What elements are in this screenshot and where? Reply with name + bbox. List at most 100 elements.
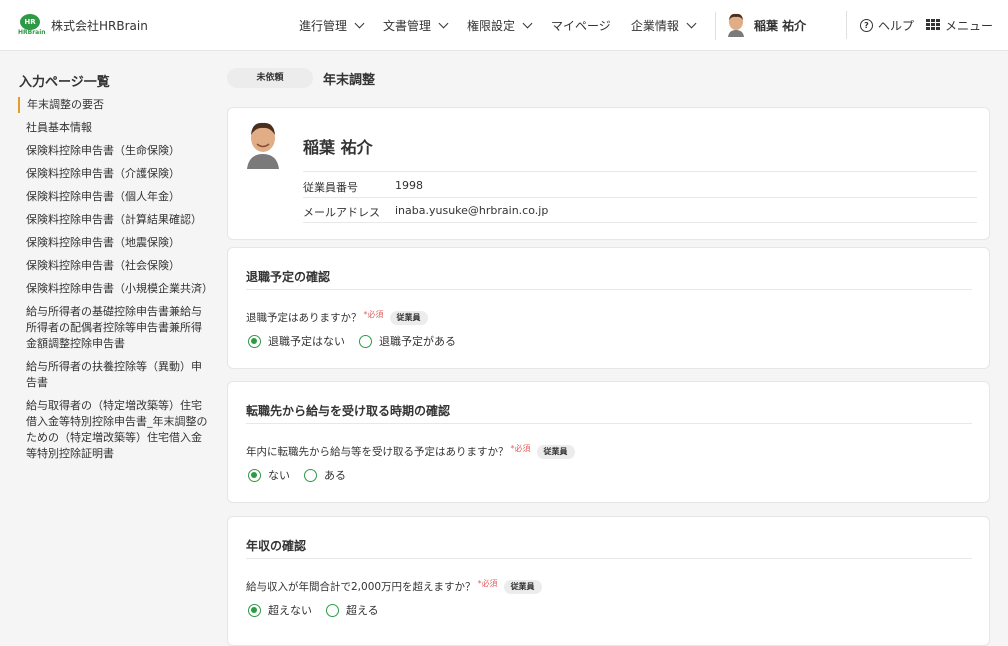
sidebar-item-basic-deduction[interactable]: 給与所得者の基礎控除申告書兼給与所得者の配偶者控除等申告書兼所得金額調整控除申告… — [18, 304, 210, 352]
radio-button-selected[interactable] — [248, 334, 261, 348]
sidebar-item-calculation-result[interactable]: 保険料控除申告書（計算結果確認） — [18, 212, 210, 228]
sidebar-item-life-insurance[interactable]: 保険料控除申告書（生命保険） — [18, 143, 210, 159]
radio-label: ある — [324, 469, 346, 482]
help-label: ヘルプ — [878, 19, 915, 33]
role-badge: 従業員 — [536, 444, 575, 459]
help-button[interactable]: ? ヘルプ — [860, 17, 914, 34]
header-divider — [846, 11, 847, 39]
radio-group: ない ある — [248, 467, 360, 483]
divider — [303, 171, 977, 172]
radio-label: ない — [268, 469, 290, 482]
email-value: inaba.yusuke@hrbrain.co.jp — [395, 204, 549, 217]
section-title: 退職予定の確認 — [246, 270, 331, 284]
radio-label: 超える — [346, 604, 379, 617]
radio-button-selected[interactable] — [248, 603, 261, 617]
sidebar-item-care-insurance[interactable]: 保険料控除申告書（介護保険） — [18, 166, 210, 182]
employee-number-label: 従業員番号 — [303, 181, 358, 194]
divider — [246, 423, 972, 424]
page-header: 未依頼 年末調整 — [227, 68, 375, 88]
avatar — [246, 121, 280, 169]
nav-label: 文書管理 — [383, 19, 432, 33]
chevron-down-icon — [438, 18, 449, 29]
sidebar-item-personal-pension[interactable]: 保険料控除申告書（個人年金） — [18, 189, 210, 205]
company-name: 株式会社HRBrain — [51, 19, 148, 33]
nav-progress-management[interactable]: 進行管理 — [299, 17, 365, 34]
menu-button[interactable]: メニュー — [926, 17, 993, 34]
chevron-down-icon — [354, 18, 365, 29]
required-mark: *必須 — [510, 444, 531, 453]
sidebar-item-dependent-deduction[interactable]: 給与所得者の扶養控除等（異動）申告書 — [18, 359, 210, 391]
role-badge: 従業員 — [389, 310, 428, 325]
email-row: メールアドレス inaba.yusuke@hrbrain.co.jp — [303, 204, 548, 220]
sidebar-item-small-business-mutual-aid[interactable]: 保険料控除申告書（小規模企業共済） — [18, 281, 213, 297]
radio-button[interactable] — [359, 334, 372, 348]
grid-menu-icon — [926, 19, 940, 32]
section-title: 年収の確認 — [246, 539, 307, 553]
radio-option-has-retirement[interactable]: 退職予定がある — [359, 333, 456, 349]
email-label: メールアドレス — [303, 206, 380, 219]
question-row: 給与収入が年間合計で2,000万円を超えますか？ *必須 従業員 — [246, 579, 542, 594]
nav-company-info[interactable]: 企業情報 — [630, 17, 697, 34]
radio-group: 超えない 超える — [248, 602, 393, 618]
employee-profile-card: 稲葉 祐介 従業員番号 1998 メールアドレス inaba.yusuke@hr… — [227, 107, 990, 240]
employee-number-value: 1998 — [395, 179, 423, 192]
radio-option-no-retirement[interactable]: 退職予定はない — [248, 333, 345, 349]
question-circle-icon: ? — [860, 19, 873, 32]
logo-wordmark: HRBrain — [18, 29, 46, 36]
radio-label: 退職予定がある — [379, 335, 456, 348]
new-employer-salary-card: 転職先から給与を受け取る時期の確認 年内に転職先から給与等を受け取る予定はありま… — [227, 381, 990, 503]
radio-label: 退職予定はない — [268, 335, 345, 348]
status-badge: 未依頼 — [227, 68, 313, 88]
nav-label: 進行管理 — [299, 19, 348, 33]
radio-button[interactable] — [326, 603, 339, 617]
radio-button[interactable] — [304, 468, 317, 482]
radio-option-no[interactable]: ない — [248, 467, 290, 483]
header-divider — [714, 11, 716, 40]
retirement-plan-card: 退職予定の確認 退職予定はありますか？ *必須 従業員 退職予定はない 退職予定… — [227, 247, 990, 369]
user-menu[interactable]: 稲葉 祐介 — [726, 13, 806, 37]
avatar — [726, 13, 746, 37]
question-text: 年内に転職先から給与等を受け取る予定はありますか？ — [246, 446, 509, 458]
radio-button-selected[interactable] — [248, 468, 261, 482]
sidebar-item-earthquake-insurance[interactable]: 保険料控除申告書（地震保険） — [18, 235, 210, 251]
radio-label: 超えない — [268, 604, 312, 617]
divider — [303, 197, 977, 198]
sidebar-list: 年末調整の要否 社員基本情報 保険料控除申告書（生命保険） 保険料控除申告書（介… — [18, 97, 213, 469]
nav-permission-settings[interactable]: 権限設定 — [467, 17, 533, 34]
divider — [303, 222, 977, 223]
chevron-down-icon — [686, 18, 697, 29]
nav-label: 権限設定 — [467, 19, 516, 33]
main-nav: 進行管理 文書管理 権限設定 マイページ 企業情報 — [299, 0, 716, 51]
sidebar-item-employee-basic-info[interactable]: 社員基本情報 — [18, 120, 210, 136]
top-header: HR HRBrain 株式会社HRBrain 進行管理 文書管理 権限設定 マイ… — [0, 0, 1008, 51]
question-row: 退職予定はありますか？ *必須 従業員 — [246, 310, 428, 325]
radio-option-yes[interactable]: ある — [304, 467, 346, 483]
chevron-down-icon — [522, 18, 533, 29]
role-badge: 従業員 — [503, 579, 542, 594]
question-row: 年内に転職先から給与等を受け取る予定はありますか？ *必須 従業員 — [246, 444, 575, 459]
radio-group: 退職予定はない 退職予定がある — [248, 333, 470, 349]
employee-number-row: 従業員番号 1998 — [303, 179, 423, 195]
sidebar-title: 入力ページ一覧 — [19, 75, 110, 90]
hrbrain-logo[interactable]: HR HRBrain — [18, 14, 46, 38]
question-text: 退職予定はありますか？ — [246, 312, 362, 324]
divider — [246, 289, 972, 290]
nav-my-page[interactable]: マイページ — [551, 17, 611, 34]
nav-label: 企業情報 — [630, 19, 679, 33]
radio-option-exceed[interactable]: 超える — [326, 602, 379, 618]
sidebar-item-year-end-necessity[interactable]: 年末調整の要否 — [18, 97, 210, 113]
user-name: 稲葉 祐介 — [754, 18, 807, 33]
required-mark: *必須 — [363, 310, 384, 319]
radio-option-not-exceed[interactable]: 超えない — [248, 602, 312, 618]
nav-document-management[interactable]: 文書管理 — [383, 17, 449, 34]
sidebar-item-social-insurance[interactable]: 保険料控除申告書（社会保険） — [18, 258, 210, 274]
logo-mark: HR — [20, 14, 40, 30]
divider — [246, 558, 972, 559]
annual-income-card: 年収の確認 給与収入が年間合計で2,000万円を超えますか？ *必須 従業員 超… — [227, 516, 990, 646]
section-title: 転職先から給与を受け取る時期の確認 — [246, 404, 451, 418]
required-mark: *必須 — [477, 579, 498, 588]
nav-label: マイページ — [551, 19, 611, 33]
menu-label: メニュー — [945, 19, 994, 33]
input-page-sidebar: 入力ページ一覧 年末調整の要否 社員基本情報 保険料控除申告書（生命保険） 保険… — [0, 51, 222, 630]
sidebar-item-housing-loan-deduction[interactable]: 給与取得者の（特定増改築等）住宅借入金等特別控除申告書_年末調整のための（特定増… — [18, 398, 210, 462]
